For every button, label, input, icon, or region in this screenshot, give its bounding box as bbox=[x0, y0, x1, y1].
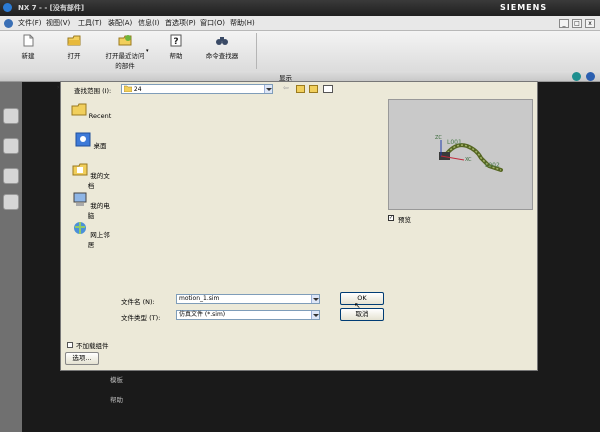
place-my-computer[interactable]: 我的电脑 bbox=[69, 192, 113, 220]
help-label: 帮助 bbox=[169, 52, 183, 60]
open-label: 打开 bbox=[67, 52, 81, 60]
help-button[interactable]: ? 帮助 bbox=[154, 34, 198, 60]
xc-axis-label: XC bbox=[465, 157, 472, 163]
place-network[interactable]: 网上邻居 bbox=[69, 221, 113, 249]
new-folder-icon[interactable] bbox=[309, 85, 318, 93]
close-button[interactable]: x bbox=[585, 19, 595, 28]
collapse-arrow-icon[interactable]: › bbox=[57, 84, 63, 92]
stage-link-help[interactable]: 帮助 bbox=[110, 394, 123, 404]
menu-help[interactable]: 帮助(H) bbox=[230, 18, 255, 28]
place-my-documents-label: 我的文档 bbox=[87, 172, 110, 190]
filetype-value: 仿真文件 (*.sim) bbox=[179, 311, 226, 318]
preview-pane: ZC XC L001 L002 bbox=[388, 99, 533, 210]
menu-window[interactable]: 窗口(O) bbox=[200, 18, 225, 28]
open-button[interactable]: 打开 bbox=[52, 34, 96, 60]
filename-dropdown-icon[interactable] bbox=[311, 295, 319, 303]
title-bar: NX 7 - - [没有部件] SIEMENS bbox=[0, 0, 600, 16]
settings-icon[interactable] bbox=[586, 72, 595, 81]
filetype-select[interactable]: 仿真文件 (*.sim) bbox=[176, 310, 320, 320]
place-my-documents[interactable]: 我的文档 bbox=[69, 162, 113, 190]
resource-history-icon[interactable] bbox=[3, 168, 19, 184]
computer-icon bbox=[73, 192, 87, 206]
no-load-components-checkbox[interactable] bbox=[67, 342, 73, 348]
filename-input[interactable]: motion_1.sim bbox=[176, 294, 320, 304]
svg-text:?: ? bbox=[173, 37, 178, 47]
mechanism-preview-image: ZC XC L001 L002 bbox=[435, 135, 503, 172]
zc-axis-label: ZC bbox=[435, 135, 442, 141]
help-icon: ? bbox=[170, 34, 182, 47]
preview-label: 预览 bbox=[398, 216, 411, 224]
maximize-button[interactable]: □ bbox=[572, 19, 582, 28]
menu-information[interactable]: 信息(I) bbox=[138, 18, 160, 28]
no-load-components-label: 不加载组件 bbox=[76, 342, 109, 350]
roles-icon[interactable] bbox=[572, 72, 581, 81]
cancel-button[interactable]: 取消 bbox=[340, 308, 384, 321]
open-folder-icon bbox=[67, 35, 81, 46]
lookin-select[interactable]: 24 bbox=[121, 84, 273, 94]
file-list[interactable] bbox=[117, 96, 385, 286]
menu-view[interactable]: 视图(V) bbox=[46, 18, 70, 28]
place-desktop[interactable]: 桌面 bbox=[69, 132, 113, 150]
folder-icon bbox=[123, 85, 133, 93]
resource-bar bbox=[0, 82, 22, 432]
recent-dropdown-icon[interactable]: ▾ bbox=[146, 48, 149, 54]
options-label: 选项... bbox=[72, 354, 92, 362]
place-desktop-label: 桌面 bbox=[93, 142, 107, 150]
recent-folder-icon bbox=[118, 35, 132, 46]
place-network-label: 网上邻居 bbox=[87, 231, 110, 249]
up-folder-icon[interactable] bbox=[296, 85, 305, 93]
recent-icon bbox=[71, 103, 87, 116]
brand-logo: SIEMENS bbox=[500, 3, 548, 12]
open-file-dialog: › 查找范围 (I): 24 ⇦ Recent 桌面 我的文档 我的电脑 网上邻… bbox=[57, 81, 538, 371]
resource-info-icon[interactable] bbox=[3, 108, 19, 124]
recent-label-line1: 打开最近访问 bbox=[105, 52, 145, 60]
open-recent-button[interactable]: 打开最近访问 的部件 bbox=[98, 34, 152, 70]
minimize-button[interactable]: _ bbox=[559, 19, 569, 28]
standard-toolbar: 新建 打开 打开最近访问 的部件 ▾ ? 帮助 命令查找器 bbox=[0, 31, 600, 71]
app-menu-icon[interactable] bbox=[4, 19, 13, 28]
lookin-value: 24 bbox=[133, 86, 142, 93]
view-menu-icon[interactable] bbox=[323, 85, 333, 93]
filename-label: 文件名 (N): bbox=[121, 298, 155, 306]
new-file-icon bbox=[23, 34, 34, 47]
menu-file[interactable]: 文件(F) bbox=[18, 18, 42, 28]
resource-roles-icon[interactable] bbox=[3, 194, 19, 210]
binoculars-icon bbox=[216, 37, 228, 45]
new-label: 新建 bbox=[21, 52, 35, 60]
menu-bar: 文件(F) 视图(V) 工具(T) 装配(A) 信息(I) 首选项(P) 窗口(… bbox=[0, 16, 600, 31]
place-my-computer-label: 我的电脑 bbox=[87, 202, 110, 220]
cancel-label: 取消 bbox=[355, 310, 369, 318]
finder-label: 命令查找器 bbox=[205, 52, 239, 60]
new-button[interactable]: 新建 bbox=[6, 34, 50, 60]
toolbar-separator bbox=[256, 33, 257, 69]
back-icon[interactable]: ⇦ bbox=[283, 84, 289, 92]
filetype-dropdown-icon[interactable] bbox=[311, 311, 319, 319]
place-recent[interactable]: Recent bbox=[69, 102, 113, 120]
filetype-label: 文件类型 (T): bbox=[121, 314, 161, 322]
place-recent-label: Recent bbox=[88, 112, 112, 120]
link-l002-label: L002 bbox=[485, 162, 500, 169]
menu-assemblies[interactable]: 装配(A) bbox=[108, 18, 132, 28]
ok-button[interactable]: OK bbox=[340, 292, 384, 305]
menu-tools[interactable]: 工具(T) bbox=[78, 18, 102, 28]
filename-value: motion_1.sim bbox=[179, 295, 220, 302]
preview-checkbox[interactable]: ✓ bbox=[388, 215, 394, 221]
stage-link-template[interactable]: 模板 bbox=[110, 374, 123, 384]
window-title: NX 7 - - [没有部件] bbox=[18, 4, 85, 12]
recent-label-line2: 的部件 bbox=[115, 62, 135, 70]
app-icon bbox=[3, 3, 12, 12]
lookin-label: 查找范围 (I): bbox=[74, 87, 112, 95]
documents-folder-icon bbox=[72, 163, 88, 176]
resource-web-icon[interactable] bbox=[3, 138, 19, 154]
link-l001-label: L001 bbox=[447, 139, 462, 146]
network-globe-icon bbox=[74, 222, 87, 234]
menu-preferences[interactable]: 首选项(P) bbox=[165, 18, 196, 28]
options-button[interactable]: 选项... bbox=[65, 352, 99, 365]
command-finder-button[interactable]: 命令查找器 bbox=[200, 34, 244, 60]
chevron-down-icon[interactable] bbox=[264, 85, 272, 93]
desktop-icon bbox=[75, 132, 91, 147]
